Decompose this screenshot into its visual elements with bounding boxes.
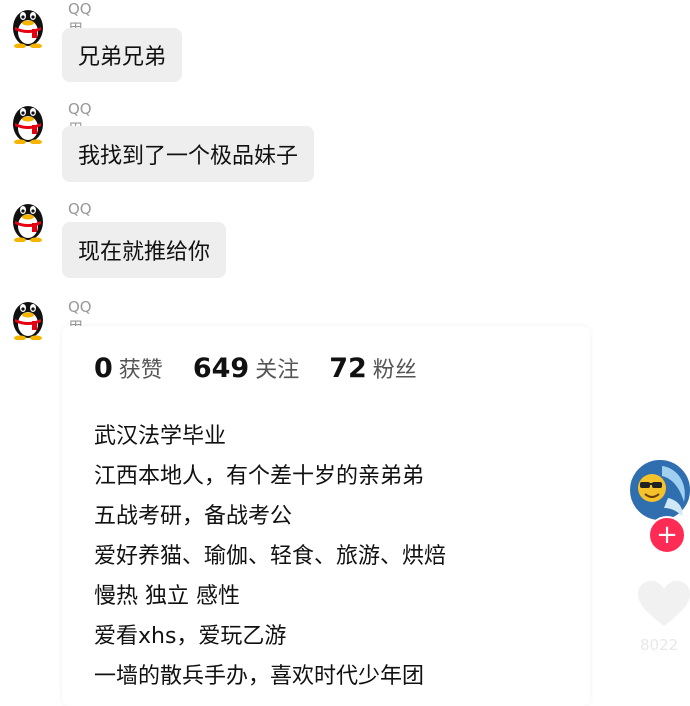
like-count: 8022 <box>640 636 679 654</box>
bio-line: 一墙的散兵手办，喜欢时代少年团 <box>94 664 425 689</box>
following-label: 关注 <box>255 358 300 383</box>
message-bubble[interactable]: 兄弟兄弟 <box>62 28 183 82</box>
shared-profile-card[interactable]: 0 获赞 649 关注 72 粉丝 武汉法学毕业 江西本地人，有个差十岁的亲弟弟… <box>62 326 590 706</box>
likes-label: 获赞 <box>118 358 163 383</box>
profile-stats: 0 获赞 649 关注 72 粉丝 <box>94 352 447 384</box>
followers-count: 72 <box>329 353 367 384</box>
bio-line: 慢热 独立 感性 <box>94 584 240 609</box>
qq-penguin-icon[interactable] <box>8 2 48 48</box>
bio-line: 爱好养猫、瑜伽、轻食、旅游、烘焙 <box>94 544 447 569</box>
follow-button[interactable]: + <box>648 516 686 554</box>
following-count: 649 <box>192 353 250 384</box>
qq-penguin-icon[interactable] <box>8 294 48 340</box>
qq-penguin-icon[interactable] <box>8 98 48 144</box>
qq-penguin-icon[interactable] <box>8 196 48 242</box>
bio-line: 五战考研，备战考公 <box>94 504 293 529</box>
followers-label: 粉丝 <box>372 358 417 383</box>
message-bubble[interactable]: 我找到了一个极品妹子 <box>62 126 315 182</box>
bio-line: 武汉法学毕业 <box>94 424 227 449</box>
message-bubble[interactable]: 现在就推给你 <box>62 222 227 278</box>
heart-icon[interactable] <box>636 580 690 630</box>
likes-count: 0 <box>94 353 113 384</box>
profile-avatar[interactable] <box>628 458 690 522</box>
bio-line: 江西本地人，有个差十岁的亲弟弟 <box>94 464 425 489</box>
bio-line: 爱看xhs，爱玩乙游 <box>94 624 287 649</box>
